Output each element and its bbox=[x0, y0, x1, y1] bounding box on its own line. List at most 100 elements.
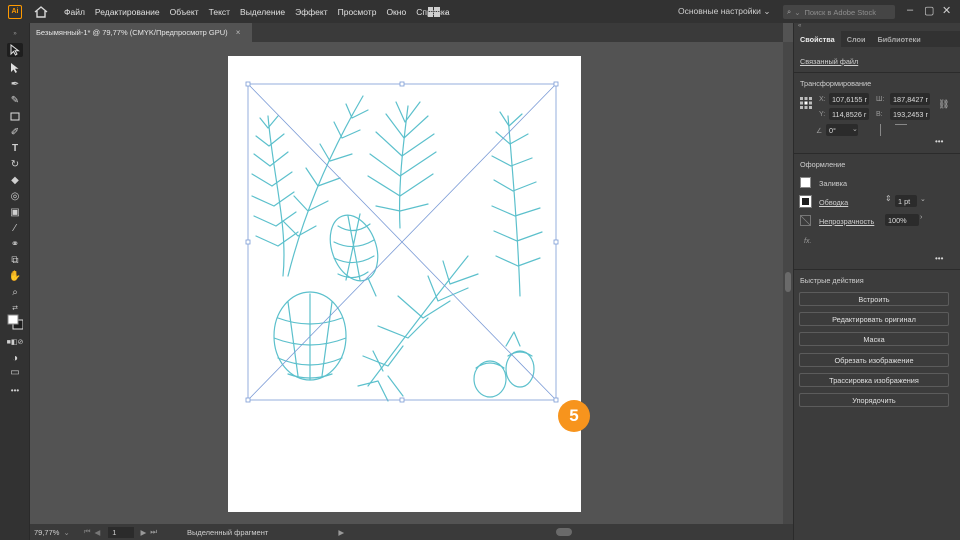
last-artboard-icon[interactable]: ⏭ bbox=[150, 527, 157, 537]
collapse-icon[interactable]: » bbox=[7, 27, 23, 41]
type-tool-icon[interactable]: T bbox=[7, 141, 23, 155]
h-field[interactable]: 193,2453 r bbox=[890, 108, 930, 120]
tab-libraries[interactable]: Библиотеки bbox=[871, 31, 926, 47]
home-icon[interactable] bbox=[34, 5, 50, 19]
rotate-tool-icon[interactable]: ↻ bbox=[7, 157, 23, 171]
reference-point-icon[interactable] bbox=[800, 97, 812, 111]
eyedropper-tool-icon[interactable]: ⁄ bbox=[7, 221, 23, 235]
edit-original-button[interactable]: Редактировать оригинал bbox=[799, 312, 949, 326]
embed-button[interactable]: Встроить bbox=[799, 292, 949, 306]
hand-tool-icon[interactable]: ✋ bbox=[7, 269, 23, 283]
menu-type[interactable]: Текст bbox=[209, 7, 230, 17]
document-tab-bar: Безымянный-1* @ 79,77% (CMYK/Предпросмот… bbox=[30, 23, 783, 42]
edit-toolbar-icon[interactable]: ••• bbox=[7, 383, 23, 397]
zoom-level[interactable]: 79,77% bbox=[34, 528, 59, 537]
stroke-label[interactable]: Обводка bbox=[819, 198, 848, 207]
artboard-number-field[interactable]: 1 bbox=[108, 526, 135, 538]
canvas[interactable]: 5 bbox=[30, 42, 783, 524]
close-icon[interactable]: × bbox=[236, 28, 241, 37]
eraser-tool-icon[interactable]: ◆ bbox=[7, 173, 23, 187]
drawing-modes-icon[interactable]: ◑ bbox=[7, 351, 23, 365]
vertical-scrollbar[interactable] bbox=[783, 42, 793, 524]
color-mode-icon[interactable]: ■◧⊘ bbox=[7, 335, 24, 349]
effects-fx-icon[interactable]: fx. bbox=[804, 238, 811, 245]
menu-file[interactable]: Файл bbox=[64, 7, 85, 17]
menu-object[interactable]: Объект bbox=[170, 7, 199, 17]
blend-tool-icon[interactable]: ⚭ bbox=[7, 237, 23, 251]
horizontal-scrollbar-thumb[interactable] bbox=[556, 528, 573, 536]
minimize-button[interactable]: – bbox=[907, 4, 913, 16]
stroke-swatch[interactable] bbox=[799, 195, 812, 208]
arrange-button[interactable]: Упорядочить bbox=[799, 393, 949, 407]
stroke-stepper-icon[interactable]: ⇕ bbox=[885, 194, 892, 203]
placed-image[interactable] bbox=[228, 56, 581, 512]
artboard-tool-icon[interactable]: ⧉ bbox=[7, 253, 23, 267]
fill-stroke-swatch-icon[interactable] bbox=[7, 314, 23, 330]
chevron-down-icon[interactable]: ⌄ bbox=[63, 528, 69, 537]
menu-effect[interactable]: Эффект bbox=[295, 7, 328, 17]
fill-label[interactable]: Заливка bbox=[819, 179, 847, 188]
selection-tool-icon[interactable] bbox=[7, 43, 23, 57]
search-placeholder: Поиск в Adobe Stock bbox=[804, 7, 876, 17]
first-artboard-icon[interactable]: ⏮ bbox=[84, 527, 91, 537]
workspace-switcher[interactable]: Основные настройки ⌄ bbox=[678, 6, 770, 17]
properties-panel: « Свойства Слои Библиотеки Связанный фай… bbox=[793, 23, 960, 540]
gradient-tool-icon[interactable]: ▣ bbox=[7, 205, 23, 219]
close-window-button[interactable]: ✕ bbox=[942, 4, 951, 17]
flip-horizontal-icon[interactable] bbox=[880, 124, 884, 136]
constrain-proportions-icon[interactable]: ⛓ bbox=[938, 99, 949, 110]
y-label: Y: bbox=[819, 111, 826, 118]
image-trace-button[interactable]: Трассировка изображения bbox=[799, 373, 949, 387]
opacity-label[interactable]: Непрозрачность bbox=[819, 217, 874, 226]
menu-select[interactable]: Выделение bbox=[240, 7, 285, 17]
status-menu-arrow-icon[interactable]: ▶ bbox=[338, 528, 344, 537]
w-field[interactable]: 187,8427 r bbox=[890, 93, 930, 105]
tab-properties[interactable]: Свойства bbox=[794, 31, 841, 47]
chevron-down-icon[interactable]: ⌄ bbox=[852, 125, 858, 133]
stock-search-input[interactable]: ⌕ ⌄ Поиск в Adobe Stock bbox=[783, 5, 895, 19]
next-artboard-icon[interactable]: ▶ bbox=[140, 528, 146, 537]
rotate-angle-icon: ∠ bbox=[816, 128, 823, 135]
fill-swatch[interactable] bbox=[800, 177, 811, 188]
document-tab[interactable]: Безымянный-1* @ 79,77% (CMYK/Предпросмот… bbox=[30, 23, 252, 42]
h-label: В: bbox=[876, 111, 883, 118]
shape-builder-tool-icon[interactable]: ◎ bbox=[7, 189, 23, 203]
menu-window[interactable]: Окно bbox=[386, 7, 406, 17]
default-colors-icon[interactable]: ⇄ bbox=[7, 301, 23, 315]
crop-image-button[interactable]: Обрезать изображение bbox=[799, 353, 949, 367]
zoom-tool-icon[interactable]: ⌕ bbox=[7, 285, 23, 299]
scrollbar-thumb[interactable] bbox=[785, 272, 791, 292]
tab-layers[interactable]: Слои bbox=[841, 31, 872, 47]
rectangle-tool-icon[interactable] bbox=[7, 109, 23, 123]
divider bbox=[794, 153, 960, 154]
chevron-down-icon: ⌄ bbox=[763, 6, 771, 16]
flip-vertical-icon[interactable] bbox=[895, 124, 907, 128]
collapse-panel-icon[interactable]: « bbox=[798, 23, 801, 29]
mask-button[interactable]: Маска bbox=[799, 332, 949, 346]
pen-tool-icon[interactable]: ✒ bbox=[7, 77, 23, 91]
more-appearance-options[interactable]: ••• bbox=[935, 254, 943, 263]
menu-view[interactable]: Просмотр bbox=[338, 7, 377, 17]
stroke-weight-field[interactable]: 1 pt bbox=[895, 195, 917, 207]
curvature-tool-icon[interactable]: ✎ bbox=[7, 93, 23, 107]
search-icon: ⌕ bbox=[787, 7, 792, 16]
opacity-field[interactable]: 100% bbox=[885, 214, 919, 226]
chevron-down-icon: ⌄ bbox=[443, 8, 449, 16]
arrange-documents-button[interactable]: ⌄ bbox=[428, 5, 452, 18]
tools-panel: » ✒ ✎ ✐ T ↻ ◆ ◎ ▣ ⁄ ⚭ ⧉ ✋ ⌕ ⇄ ■◧⊘ ◑ ▭ ••… bbox=[0, 23, 30, 540]
linked-file-link[interactable]: Связанный файл bbox=[800, 57, 858, 66]
prev-artboard-icon[interactable]: ◀ bbox=[94, 528, 100, 537]
maximize-button[interactable]: ▢ bbox=[924, 4, 934, 17]
x-field[interactable]: 107,6155 r bbox=[829, 93, 869, 105]
y-field[interactable]: 114,8526 r bbox=[829, 108, 869, 120]
opacity-icon bbox=[800, 215, 811, 226]
more-transform-options[interactable]: ••• bbox=[935, 137, 943, 146]
artboard[interactable] bbox=[228, 56, 581, 512]
chevron-right-icon[interactable]: › bbox=[920, 214, 922, 221]
chevron-down-icon: ⌄ bbox=[794, 7, 801, 17]
direct-selection-tool-icon[interactable] bbox=[7, 61, 23, 75]
menu-edit[interactable]: Редактирование bbox=[95, 7, 160, 17]
screen-mode-icon[interactable]: ▭ bbox=[7, 365, 23, 379]
paintbrush-tool-icon[interactable]: ✐ bbox=[7, 125, 23, 139]
chevron-down-icon[interactable]: ⌄ bbox=[920, 195, 926, 203]
